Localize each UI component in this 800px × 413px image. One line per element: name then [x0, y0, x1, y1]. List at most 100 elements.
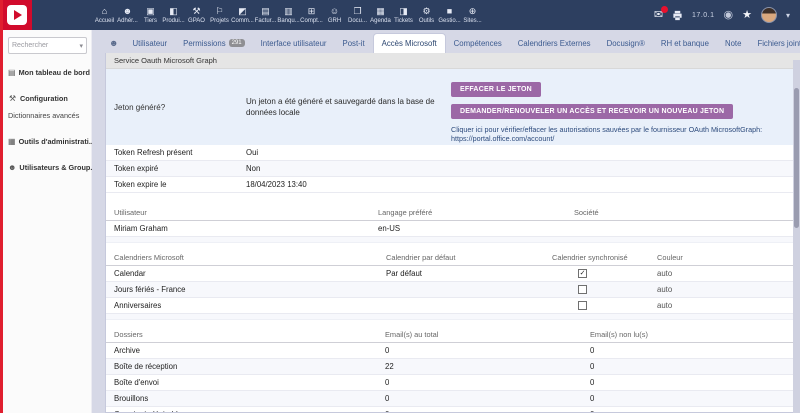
tab-docusign[interactable]: Docusign® [599, 33, 653, 53]
calendars-table: Calendriers MicrosoftCalendrier par défa… [106, 250, 800, 314]
folder-cell: 0 [590, 391, 800, 406]
page-body: Rechercher ▾ ▤Mon tableau de bord ⚒Config… [3, 30, 800, 413]
websites-icon: ⊕ [469, 7, 477, 17]
folder-cell: Brouillons [106, 391, 385, 406]
tab-competences[interactable]: Compétences [446, 33, 510, 53]
home-icon: ⌂ [102, 7, 107, 17]
token-generated-label: Jeton généré? [106, 103, 246, 112]
content-card: Service Oauth Microsoft Graph Jeton géné… [105, 53, 800, 413]
menu-item-gestion[interactable]: ■Gestio... [439, 5, 460, 25]
calendar-icon: ▦ [376, 7, 385, 17]
user-cell [574, 221, 800, 236]
token-row-label: Token Refresh présent [106, 145, 246, 160]
unread-badge [661, 6, 668, 13]
folder-header: Dossiers [106, 327, 385, 342]
menu-item-outils[interactable]: ⚙Outils [416, 5, 437, 25]
tab-fichiers-joints[interactable]: Fichiers joints [749, 33, 800, 53]
calendar-sync-checkbox[interactable]: ✓ [578, 269, 587, 278]
tab-interface-utilisateur[interactable]: Interface utilisateur [253, 33, 335, 53]
tab-post-it[interactable]: Post-it [335, 33, 373, 53]
folder-cell: 0 [385, 391, 590, 406]
sidebar-item-utilisateurs-groupes[interactable]: ☻Utilisateurs & Group... [8, 159, 87, 176]
sidebar-item-tableau-de-bord[interactable]: ▤Mon tableau de bord [8, 64, 87, 81]
menu-item-adherents[interactable]: ☻Adhér... [117, 5, 138, 25]
menu-item-accueil[interactable]: ⌂Accueil [94, 5, 115, 25]
user-cell: Miriam Graham [106, 221, 378, 236]
tab-label: Permissions [183, 39, 225, 48]
menu-item-tiers[interactable]: ▣Tiers [140, 5, 161, 25]
menu-item-banque[interactable]: ▥Banqu... [278, 5, 299, 25]
calendar-default [386, 298, 552, 313]
tab-rh-et-banque[interactable]: RH et banque [653, 33, 717, 53]
menu-item-label: Comm... [231, 17, 254, 25]
filled-circle-icon[interactable]: ◉ [724, 10, 734, 21]
token-generated-row: Jeton généré? Un jeton a été généré et s… [106, 69, 800, 145]
user-avatar[interactable] [761, 7, 777, 23]
menu-item-label: GRH [328, 17, 341, 25]
calendar-sync-checkbox[interactable] [578, 285, 587, 294]
token-generated-text: Un jeton a été généré et sauvegardé dans… [246, 96, 451, 118]
mail-icon[interactable]: ✉ [654, 10, 663, 21]
tab-calendriers-externes[interactable]: Calendriers Externes [510, 33, 599, 53]
documents-icon: ❐ [353, 7, 361, 17]
scrollbar[interactable] [793, 60, 800, 413]
menu-item-facturation[interactable]: ▤Factur... [255, 5, 276, 25]
user-table: UtilisateurLangage préféréSociétéMiriam … [106, 205, 800, 237]
renew-token-button[interactable]: DEMANDER/RENOUVELER UN ACCÈS ET RECEVOIR… [451, 104, 733, 119]
folder-row: Brouillons00 [106, 391, 800, 407]
menu-item-label: Banqu... [277, 17, 299, 25]
section-title: Service Oauth Microsoft Graph [114, 56, 217, 65]
menu-item-tickets[interactable]: ◨Tickets [393, 5, 414, 25]
menu-item-sites[interactable]: ⊕Sites... [462, 5, 483, 25]
app-logo[interactable] [2, 0, 32, 30]
calendar-sync-cell: ✓ [552, 266, 657, 281]
folder-cell: 0 [385, 375, 590, 390]
sidebar-menu: ▤Mon tableau de bord ⚒ConfigurationDictio… [8, 64, 87, 176]
play-logo-icon [7, 5, 27, 25]
menu-item-commerce[interactable]: ◩Comm... [232, 5, 253, 25]
spacer [106, 193, 800, 205]
scrollbar-thumb[interactable] [794, 88, 799, 228]
menu-item-comptabilite[interactable]: ⊞Compt... [301, 5, 322, 25]
third-parties-icon: ▣ [146, 7, 155, 17]
calendar-default [386, 282, 552, 297]
chevron-down-icon[interactable]: ▾ [786, 11, 790, 20]
menu-item-grh[interactable]: ☺GRH [324, 5, 345, 25]
calendar-sync-checkbox[interactable] [578, 301, 587, 310]
folder-row: Boîte d'envoi00 [106, 375, 800, 391]
sidebar-item-outils-administration[interactable]: ▦Outils d'administrati... [8, 133, 87, 150]
folder-cell: Boîte d'envoi [106, 375, 385, 390]
tab-permissions[interactable]: Permissions 291 [175, 33, 252, 53]
folder-row: Boîte de réception220 [106, 359, 800, 375]
tab-note[interactable]: Note [717, 33, 749, 53]
tab-utilisateur[interactable]: Utilisateur [124, 33, 175, 53]
calendar-name: Jours fériés - France [106, 282, 386, 297]
token-row: Token expire le18/04/2023 13:40 [106, 177, 800, 193]
tab-label: Fichiers joints [757, 39, 800, 48]
menu-item-projets[interactable]: ⚐Projets [209, 5, 230, 25]
sidebar-item-dictionnaires-avances[interactable]: Dictionnaires avancés [8, 107, 87, 124]
tab-label: Interface utilisateur [261, 39, 327, 48]
user-header: Société [574, 205, 800, 220]
sidebar-item-label: Outils d'administrati... [19, 137, 95, 146]
calendars-header: Calendrier par défaut [386, 250, 552, 265]
tickets-icon: ◨ [399, 7, 408, 17]
menu-item-label: GPAO [188, 17, 205, 25]
sidebar-item-configuration[interactable]: ⚒Configuration [8, 90, 87, 107]
menu-item-documents[interactable]: ❐Docu... [347, 5, 368, 25]
oauth-portal-link[interactable]: https://portal.office.com/account/ [451, 134, 554, 143]
token-row-value: Non [246, 161, 800, 176]
clear-token-button[interactable]: EFFACER LE JETON [451, 82, 541, 97]
search-caret-icon: ▾ [79, 42, 83, 50]
calendar-row: CalendarPar défaut✓auto [106, 266, 800, 282]
menu-item-label: Produi... [162, 17, 184, 25]
printer-icon[interactable] [672, 10, 683, 21]
menu-item-produits[interactable]: ◧Produi... [163, 5, 184, 25]
token-row-label: Token expire le [106, 177, 246, 192]
sidebar-search-input[interactable]: Rechercher ▾ [8, 37, 87, 54]
menu-item-agenda[interactable]: ▦Agenda [370, 5, 391, 25]
tab-acces-microsoft[interactable]: Accès Microsoft [373, 33, 446, 53]
star-icon[interactable]: ★ [742, 10, 752, 21]
permissions-count-badge: 291 [229, 39, 245, 47]
menu-item-gpao[interactable]: ⚒GPAO [186, 5, 207, 25]
